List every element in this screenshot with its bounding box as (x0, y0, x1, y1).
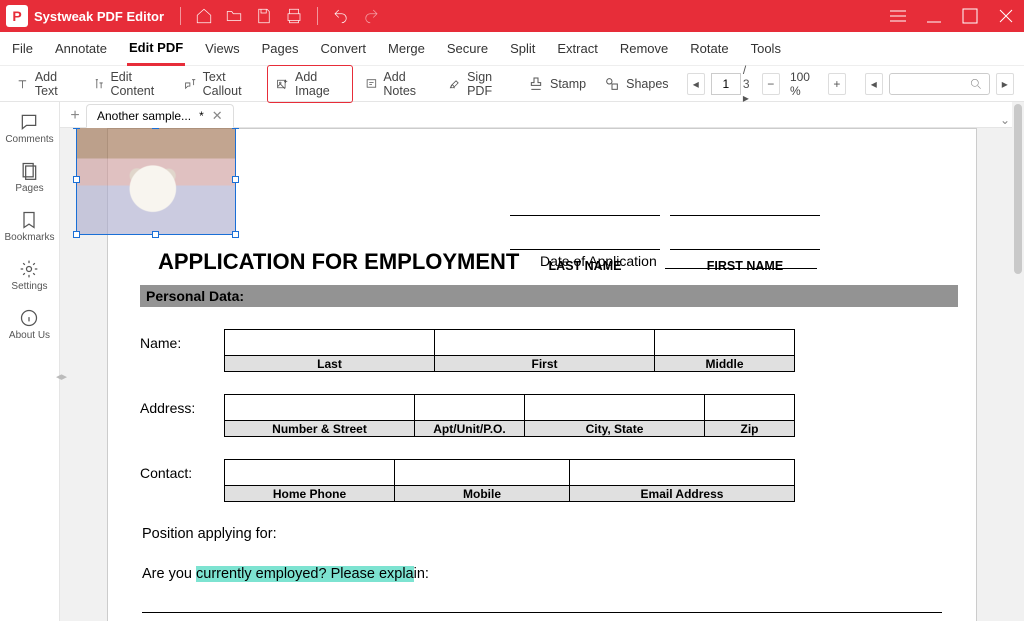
menu-remove[interactable]: Remove (618, 33, 670, 64)
scrollbar-thumb[interactable] (1014, 104, 1022, 274)
menu-extract[interactable]: Extract (555, 33, 599, 64)
sidebar-item-settings[interactable]: Settings (11, 255, 47, 296)
menu-views[interactable]: Views (203, 33, 241, 64)
redo-icon[interactable] (362, 7, 380, 25)
shapes-button[interactable]: Shapes (598, 72, 674, 96)
menu-annotate[interactable]: Annotate (53, 33, 109, 64)
minimize-button[interactable] (922, 4, 946, 28)
sidebar-item-bookmarks[interactable]: Bookmarks (4, 206, 54, 247)
sidebar-item-comments[interactable]: Comments (5, 108, 53, 149)
sidebar-item-pages[interactable]: Pages (15, 157, 43, 198)
sidebar: Comments Pages Bookmarks Settings About … (0, 102, 60, 621)
label-contact: Contact: (140, 459, 224, 481)
rule-line (142, 612, 942, 613)
sign-pdf-button[interactable]: Sign PDF (442, 66, 516, 102)
search-input[interactable] (889, 73, 990, 95)
stamp-button[interactable]: Stamp (522, 72, 592, 96)
page-prev-button[interactable]: ◂ (687, 73, 705, 95)
page-down-button[interactable]: ▸ (996, 73, 1014, 95)
close-button[interactable] (994, 4, 1018, 28)
tabbar: + Another sample... * ✕ ⌄ (60, 102, 1024, 128)
address-table: Number & StreetApt/Unit/P.O.City, StateZ… (224, 394, 795, 437)
page-up-button[interactable]: ◂ (865, 73, 883, 95)
section-personal-data: Personal Data: (140, 285, 958, 307)
label-name: Name: (140, 329, 224, 351)
resize-handle-e[interactable] (232, 176, 239, 183)
tab-dirty-indicator: * (199, 109, 204, 123)
save-icon[interactable] (255, 7, 273, 25)
tab-title: Another sample... (97, 109, 191, 123)
date-of-application: Date of Application (540, 253, 817, 269)
selected-image[interactable] (76, 128, 236, 235)
app-logo: P (6, 5, 28, 27)
label-address: Address: (140, 394, 224, 416)
open-icon[interactable] (225, 7, 243, 25)
menu-secure[interactable]: Secure (445, 33, 490, 64)
tab-close-button[interactable]: ✕ (212, 108, 223, 124)
zoom-out-button[interactable]: − (762, 73, 780, 95)
undo-icon[interactable] (332, 7, 350, 25)
document-tab[interactable]: Another sample... * ✕ (86, 104, 234, 128)
add-notes-button[interactable]: Add Notes (359, 66, 437, 102)
page-current-input[interactable] (711, 73, 741, 95)
resize-handle-n[interactable] (152, 128, 159, 129)
pdf-page: LAST NAMEFIRST NAME APPLICATION FOR EMPL… (107, 128, 977, 621)
print-icon[interactable] (285, 7, 303, 25)
currently-employed: Are you currently employed? Please expla… (142, 566, 958, 582)
menu-split[interactable]: Split (508, 33, 537, 64)
highlighted-text: currently employed? Please expla (196, 566, 414, 582)
menu-convert[interactable]: Convert (319, 33, 369, 64)
hamburger-icon[interactable] (886, 4, 910, 28)
menu-pages[interactable]: Pages (260, 33, 301, 64)
name-table: LastFirstMiddle (224, 329, 795, 372)
position-applying: Position applying for: (142, 526, 958, 542)
menubar: File Annotate Edit PDF Views Pages Conve… (0, 32, 1024, 66)
tab-overflow-button[interactable]: ⌄ (1000, 113, 1010, 127)
page-total-label: / 3 ▸ (743, 63, 756, 105)
titlebar: P Systweak PDF Editor (0, 0, 1024, 32)
document-area[interactable]: LAST NAMEFIRST NAME APPLICATION FOR EMPL… (60, 128, 1024, 621)
toolbar: Add Text Edit Content Text Callout Add I… (0, 66, 1024, 102)
add-image-button[interactable]: Add Image (267, 65, 352, 103)
home-icon[interactable] (195, 7, 213, 25)
app-title: Systweak PDF Editor (34, 9, 164, 24)
menu-edit-pdf[interactable]: Edit PDF (127, 32, 185, 66)
scrollbar[interactable] (1012, 102, 1024, 621)
menu-merge[interactable]: Merge (386, 33, 427, 64)
resize-handle-w[interactable] (73, 176, 80, 183)
zoom-in-button[interactable]: + (828, 73, 846, 95)
contact-table: Home PhoneMobileEmail Address (224, 459, 795, 502)
menu-tools[interactable]: Tools (749, 33, 783, 64)
inserted-image (77, 128, 235, 234)
add-text-button[interactable]: Add Text (10, 66, 80, 102)
text-callout-button[interactable]: Text Callout (178, 66, 261, 102)
page-indicator: / 3 ▸ (711, 63, 756, 105)
edit-content-button[interactable]: Edit Content (86, 66, 172, 102)
resize-handle-s[interactable] (152, 231, 159, 238)
zoom-label: 100 % (786, 70, 822, 98)
resize-handle-ne[interactable] (232, 128, 239, 129)
sidebar-item-about[interactable]: About Us (9, 304, 50, 345)
menu-file[interactable]: File (10, 33, 35, 64)
new-tab-button[interactable]: + (64, 105, 86, 127)
maximize-button[interactable] (958, 4, 982, 28)
resize-handle-se[interactable] (232, 231, 239, 238)
panel-drag-handle[interactable]: ◂▸ (56, 370, 67, 383)
menu-rotate[interactable]: Rotate (688, 33, 730, 64)
resize-handle-nw[interactable] (73, 128, 80, 129)
resize-handle-sw[interactable] (73, 231, 80, 238)
